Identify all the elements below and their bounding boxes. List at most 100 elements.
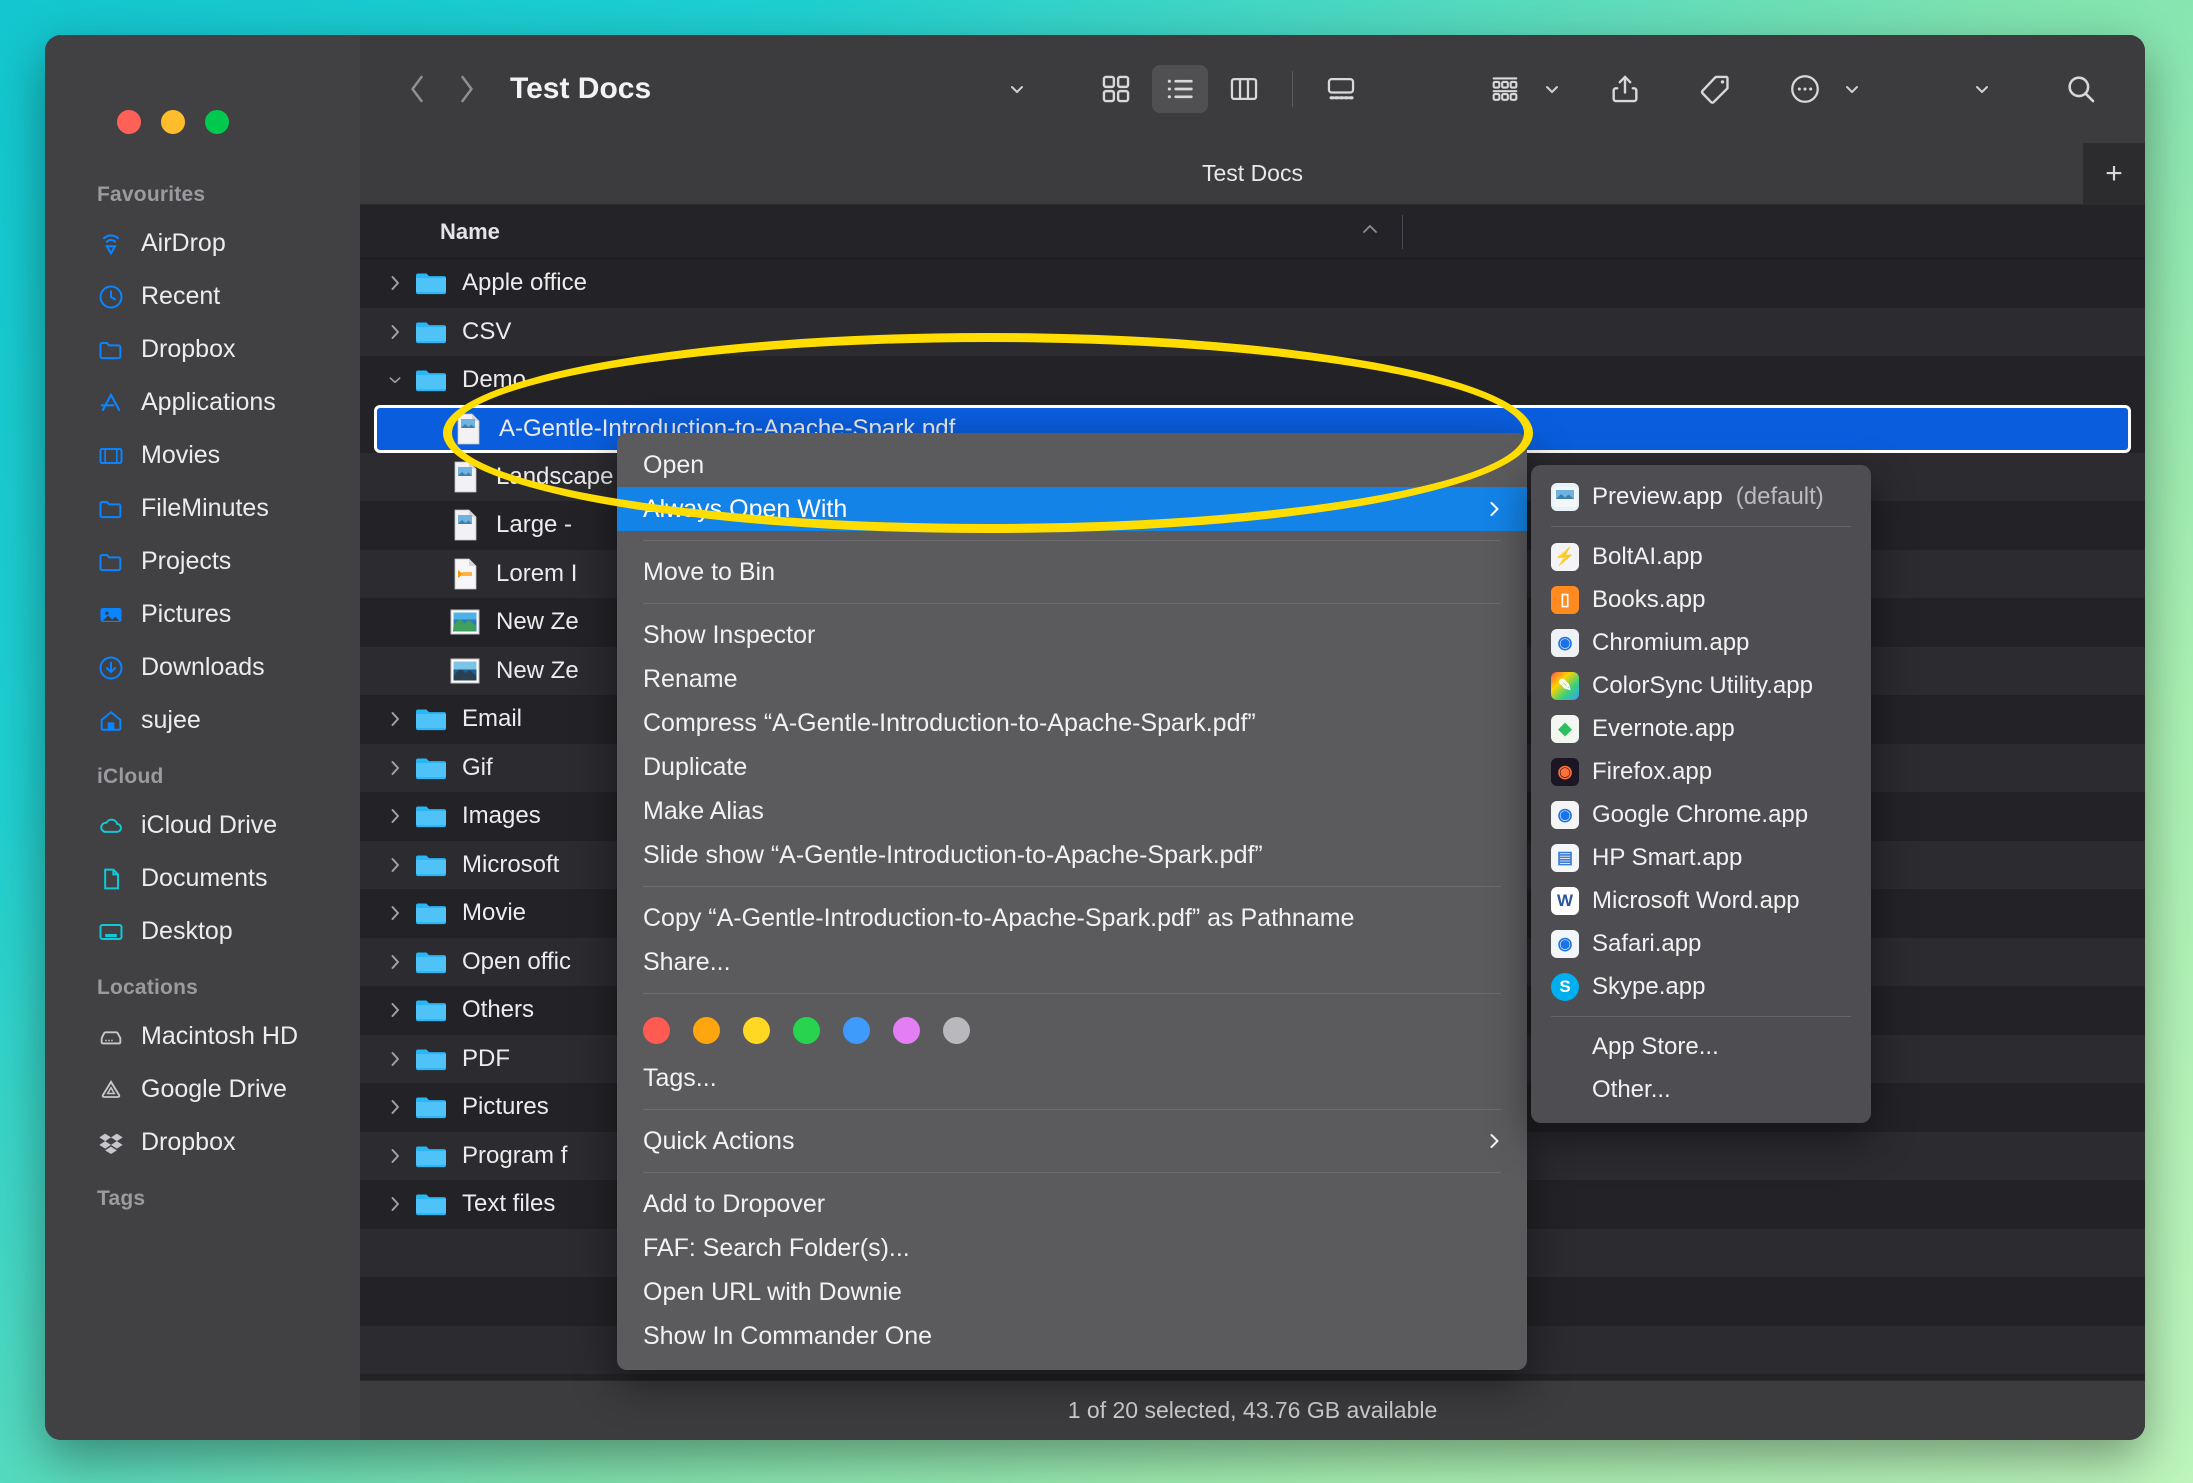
group-by-button[interactable] [1477, 65, 1533, 113]
menu-item-compress[interactable]: Compress “A-Gentle-Introduction-to-Apach… [617, 701, 1527, 745]
sidebar-item-dropbox[interactable]: Dropbox [45, 323, 360, 376]
tab-test-docs[interactable]: Test Docs [1202, 160, 1303, 187]
gallery-view-button[interactable] [1313, 65, 1369, 113]
submenu-item-evernote[interactable]: ◆ Evernote.app [1531, 707, 1871, 750]
tag-color-blue[interactable] [843, 1017, 870, 1044]
chevron-right-icon[interactable] [382, 1050, 408, 1068]
submenu-item-firefox[interactable]: ◉ Firefox.app [1531, 750, 1871, 793]
chevron-down-icon[interactable] [382, 371, 408, 389]
chevron-right-icon[interactable] [382, 323, 408, 341]
submenu-item-hp-smart[interactable]: ▤ HP Smart.app [1531, 836, 1871, 879]
chevron-right-icon[interactable] [382, 856, 408, 874]
table-row[interactable]: CSV [360, 307, 2145, 356]
tag-color-green[interactable] [793, 1017, 820, 1044]
chevron-right-icon[interactable] [382, 904, 408, 922]
menu-item-add-to-dropover[interactable]: Add to Dropover [617, 1182, 1527, 1226]
menu-item-faf-search-folders[interactable]: FAF: Search Folder(s)... [617, 1226, 1527, 1270]
sidebar-item-airdrop[interactable]: AirDrop [45, 217, 360, 270]
submenu-item-safari[interactable]: ◉ Safari.app [1531, 922, 1871, 965]
sidebar-item-icloud-drive[interactable]: iCloud Drive [45, 799, 360, 852]
window-controls[interactable] [117, 110, 229, 134]
close-button[interactable] [117, 110, 141, 134]
folder-icon [414, 315, 448, 349]
path-chevron-down-icon[interactable] [1004, 79, 1030, 99]
menu-item-show-inspector[interactable]: Show Inspector [617, 613, 1527, 657]
folder-icon [414, 848, 448, 882]
submenu-item-boltai[interactable]: ⚡ BoltAI.app [1531, 535, 1871, 578]
more-actions-button[interactable] [1777, 65, 1833, 113]
list-view-button[interactable] [1152, 65, 1208, 113]
column-header-name[interactable]: Name [360, 219, 500, 245]
minimize-button[interactable] [161, 110, 185, 134]
chevron-right-icon[interactable] [382, 1195, 408, 1213]
overflow-chevron-down-icon[interactable] [1969, 79, 1995, 99]
chevron-right-icon[interactable] [382, 1147, 408, 1165]
chevron-right-icon[interactable] [382, 274, 408, 292]
sidebar-item-applications[interactable]: Applications [45, 376, 360, 429]
sidebar-item-projects[interactable]: Projects [45, 535, 360, 588]
submenu-item-app-store[interactable]: App Store... [1531, 1025, 1871, 1068]
chevron-right-icon[interactable] [382, 710, 408, 728]
more-chevron-down-icon[interactable] [1839, 79, 1865, 99]
group-by-chevron-down-icon[interactable] [1539, 79, 1565, 99]
sidebar-item-downloads[interactable]: Downloads [45, 641, 360, 694]
add-tab-button[interactable]: + [2083, 143, 2145, 205]
menu-item-open-url-with-downie[interactable]: Open URL with Downie [617, 1270, 1527, 1314]
submenu-item-google-chrome[interactable]: ◉ Google Chrome.app [1531, 793, 1871, 836]
sidebar-item-sujee[interactable]: sujee [45, 694, 360, 747]
submenu-item-microsoft-word[interactable]: W Microsoft Word.app [1531, 879, 1871, 922]
search-icon[interactable] [2053, 65, 2109, 113]
sidebar-item-recent[interactable]: Recent [45, 270, 360, 323]
tag-color-yellow[interactable] [743, 1017, 770, 1044]
menu-item-open[interactable]: Open [617, 443, 1527, 487]
menu-item-duplicate[interactable]: Duplicate [617, 745, 1527, 789]
chevron-right-icon[interactable] [382, 807, 408, 825]
tags-button[interactable] [1687, 65, 1743, 113]
menu-item-move-to-bin[interactable]: Move to Bin [617, 550, 1527, 594]
menu-item-share[interactable]: Share... [617, 940, 1527, 984]
forward-button[interactable] [444, 66, 490, 112]
column-separator[interactable] [1402, 214, 1403, 249]
submenu-item-preview-default[interactable]: Preview.app (default) [1531, 475, 1871, 518]
sidebar-section-tags: Tags [97, 1187, 146, 1210]
submenu-item-other[interactable]: Other... [1531, 1068, 1871, 1111]
sidebar-item-dropbox-location[interactable]: Dropbox [45, 1116, 360, 1169]
tag-color-grey[interactable] [943, 1017, 970, 1044]
back-button[interactable] [394, 66, 440, 112]
submenu-item-colorsync-utility[interactable]: ✎ ColorSync Utility.app [1531, 664, 1871, 707]
submenu-item-label: ColorSync Utility.app [1592, 671, 1813, 699]
tag-color-purple[interactable] [893, 1017, 920, 1044]
submenu-item-label: Other... [1592, 1075, 1671, 1103]
chevron-right-icon[interactable] [382, 953, 408, 971]
column-view-button[interactable] [1216, 65, 1272, 113]
menu-item-always-open-with[interactable]: Always Open With [617, 487, 1527, 531]
menu-item-quick-actions[interactable]: Quick Actions [617, 1119, 1527, 1163]
submenu-item-chromium[interactable]: ◉ Chromium.app [1531, 621, 1871, 664]
table-row[interactable]: Demo [360, 356, 2145, 405]
zoom-button[interactable] [205, 110, 229, 134]
chevron-right-icon[interactable] [382, 1098, 408, 1116]
menu-item-tags[interactable]: Tags... [617, 1056, 1527, 1100]
tag-color-red[interactable] [643, 1017, 670, 1044]
sidebar-item-movies[interactable]: Movies [45, 429, 360, 482]
table-row[interactable]: Apple office [360, 259, 2145, 308]
icon-view-button[interactable] [1088, 65, 1144, 113]
sidebar-item-macintosh-hd[interactable]: Macintosh HD [45, 1010, 360, 1063]
menu-item-make-alias[interactable]: Make Alias [617, 789, 1527, 833]
sidebar-item-documents[interactable]: Documents [45, 852, 360, 905]
chevron-right-icon[interactable] [382, 1001, 408, 1019]
submenu-item-books[interactable]: ▯ Books.app [1531, 578, 1871, 621]
menu-item-show-in-commander-one[interactable]: Show In Commander One [617, 1314, 1527, 1358]
tag-color-orange[interactable] [693, 1017, 720, 1044]
share-button[interactable] [1597, 65, 1653, 113]
sidebar-item-desktop[interactable]: Desktop [45, 905, 360, 958]
menu-item-copy-as-pathname[interactable]: Copy “A-Gentle-Introduction-to-Apache-Sp… [617, 896, 1527, 940]
sidebar-item-google-drive[interactable]: Google Drive [45, 1063, 360, 1116]
menu-item-rename[interactable]: Rename [617, 657, 1527, 701]
sidebar-item-fileminutes[interactable]: FileMinutes [45, 482, 360, 535]
file-name: Landscape [496, 462, 614, 490]
sidebar-item-pictures[interactable]: Pictures [45, 588, 360, 641]
menu-item-slide-show[interactable]: Slide show “A-Gentle-Introduction-to-Apa… [617, 833, 1527, 877]
chevron-right-icon[interactable] [382, 759, 408, 777]
submenu-item-skype[interactable]: S Skype.app [1531, 965, 1871, 1008]
